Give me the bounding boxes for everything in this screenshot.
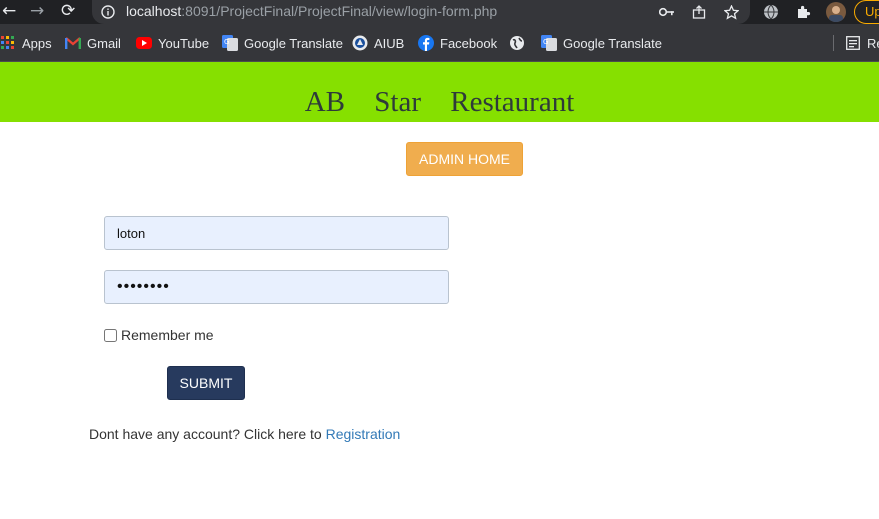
aiub-icon [352,35,368,51]
registration-link[interactable]: Registration [326,426,401,442]
bookmark-google-translate[interactable]: G Google Translate [222,34,343,52]
svg-text:G: G [224,38,229,46]
gmail-icon [65,35,81,51]
submit-button[interactable]: SUBMIT [167,366,245,400]
password-field[interactable] [104,270,449,304]
bookmark-youtube[interactable]: YouTube [136,34,209,52]
admin-home-button[interactable]: ADMIN HOME [406,142,523,176]
bookmark-label: AIUB [374,35,405,51]
site-title: AB Star Restaurant [0,86,879,119]
bookmark-apps[interactable]: Apps [0,34,52,52]
svg-text:G: G [543,38,548,46]
profile-avatar[interactable] [826,2,846,22]
bookmark-label: YouTube [158,35,210,51]
title-word: Restaurant [450,86,575,118]
bookmark-label: Google Translate [563,35,663,51]
google-translate-icon: G [222,35,238,51]
register-prompt: Dont have any account? Click here to Reg… [89,426,400,442]
bookmarks-bar: Apps Gmail YouTube G Google Translate AI… [0,24,879,62]
bookmark-label: Facebook [440,35,498,51]
bookmarks-divider [833,35,834,51]
remember-me-checkbox[interactable] [104,328,117,342]
remember-me[interactable]: Remember me [104,327,214,343]
url-text: localhost:8091/ProjectFinal/ProjectFinal… [126,3,498,19]
back-arrow-icon[interactable]: ← [2,1,16,21]
reading-list-icon [845,35,861,51]
apps-grid-icon [0,35,16,51]
bookmark-google-translate-2[interactable]: G Google Translate [541,34,662,52]
google-translate-icon: G [541,35,557,51]
reload-icon[interactable]: ⟳ [61,1,75,21]
site-info-icon[interactable] [99,3,117,21]
globe-icon [509,35,525,51]
remember-me-label: Remember me [121,327,214,343]
username-field[interactable] [104,216,449,250]
bookmark-label: Gmail [87,35,121,51]
bookmark-facebook[interactable]: Facebook [418,34,497,52]
password-key-icon[interactable] [658,3,676,21]
browser-toolbar: ← → ⟳ localhost:8091/ProjectFinal/Projec… [0,0,879,24]
bookmark-star-icon[interactable] [722,3,740,21]
bookmark-aiub[interactable]: AIUB [352,34,404,52]
facebook-icon [418,35,434,51]
bookmark-label: Google Translate [244,35,344,51]
forward-arrow-icon[interactable]: → [30,1,44,21]
update-button[interactable]: Up [854,0,879,24]
share-icon[interactable] [690,3,708,21]
bookmark-reading-list[interactable]: Re [845,34,879,52]
title-word: Star [374,86,421,118]
youtube-icon [136,35,152,51]
register-prompt-text: Dont have any account? Click here to [89,426,322,442]
bookmark-label: Apps [22,35,52,51]
bookmark-globe[interactable] [509,34,531,52]
bookmark-label: Re [867,35,879,51]
extensions-puzzle-icon[interactable] [793,2,813,22]
translate-extension-icon[interactable] [761,2,781,22]
title-word: AB [304,86,346,118]
bookmark-gmail[interactable]: Gmail [65,34,121,52]
